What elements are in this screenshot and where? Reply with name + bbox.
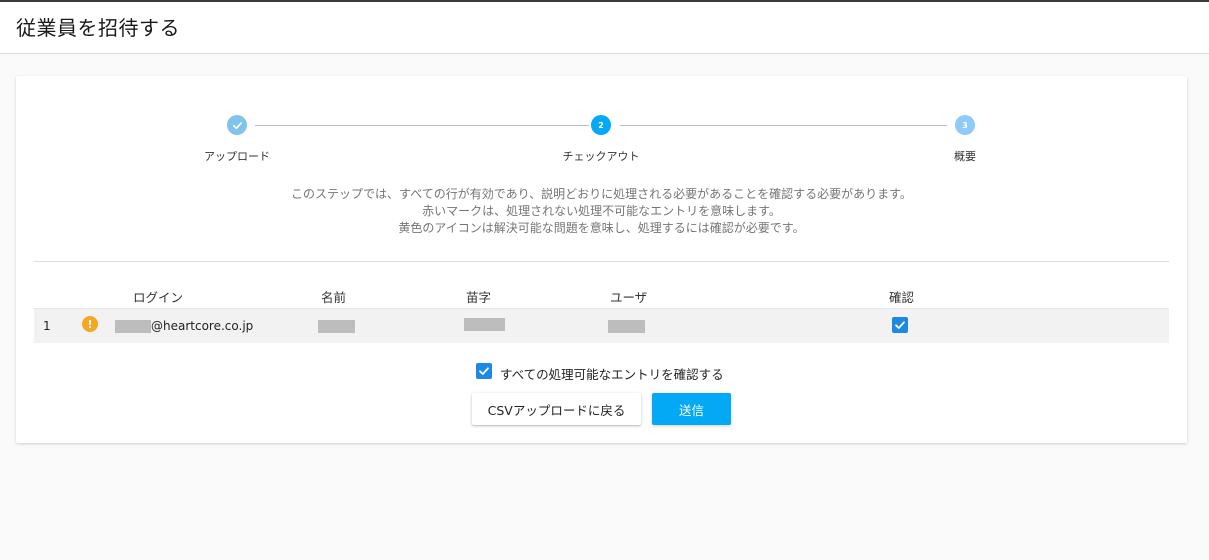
check-icon: [232, 121, 242, 129]
step-1-done-icon[interactable]: [227, 115, 247, 135]
description-line-3: 黄色のアイコンは解決可能な問題を意味し、処理するには確認が必要です。: [398, 221, 805, 235]
confirm-all-label[interactable]: すべての処理可能なエントリを確認する: [500, 364, 724, 383]
step-2-circle[interactable]: 2: [591, 115, 611, 135]
back-to-csv-upload-button[interactable]: CSVアップロードに戻る: [472, 393, 641, 425]
step-3-number: 3: [962, 120, 968, 130]
check-icon: [895, 321, 905, 329]
check-icon: [479, 367, 489, 375]
step-connector-1: [255, 125, 589, 126]
column-login: ログイン: [133, 290, 184, 305]
login-email: @heartcore.co.jp: [151, 319, 254, 333]
row-confirm-checkbox[interactable]: [892, 317, 908, 333]
column-first-name: 名前: [321, 290, 347, 305]
step-description: このステップでは、すべての行が有効であり、説明どおりに処理される必要があることを…: [16, 186, 1187, 237]
column-confirm: 確認: [889, 290, 915, 305]
redacted-last-name: [464, 318, 505, 331]
invite-card: 2 3 アップロード チェックアウト 概要 このステップでは、すべての行が有効で…: [16, 76, 1187, 443]
table-row: 1 ! @heartcore.co.jp: [34, 308, 1169, 343]
divider: [34, 261, 1169, 262]
page-title: 従業員を招待する: [16, 16, 180, 40]
redacted-login-prefix: [115, 320, 151, 333]
step-2-label: チェックアウト: [562, 150, 640, 163]
redacted-first-name: [318, 320, 355, 333]
description-line-2: 赤いマークは、処理されない処理不可能なエントリを意味します。: [422, 204, 781, 218]
warning-icon: !: [82, 316, 98, 332]
step-3-circle[interactable]: 3: [955, 115, 975, 135]
step-3-label: 概要: [954, 150, 976, 163]
description-line-1: このステップでは、すべての行が有効であり、説明どおりに処理される必要があることを…: [291, 187, 912, 201]
submit-button[interactable]: 送信: [652, 393, 731, 425]
step-connector-2: [620, 125, 947, 126]
column-last-name: 苗字: [466, 290, 492, 305]
column-user: ユーザ: [610, 290, 648, 305]
row-index: 1: [43, 319, 51, 333]
confirm-all-checkbox[interactable]: [476, 363, 492, 379]
page-header: 従業員を招待する: [0, 2, 1209, 54]
redacted-user: [608, 320, 645, 333]
step-1-label: アップロード: [204, 150, 270, 163]
step-2-number: 2: [598, 120, 604, 130]
